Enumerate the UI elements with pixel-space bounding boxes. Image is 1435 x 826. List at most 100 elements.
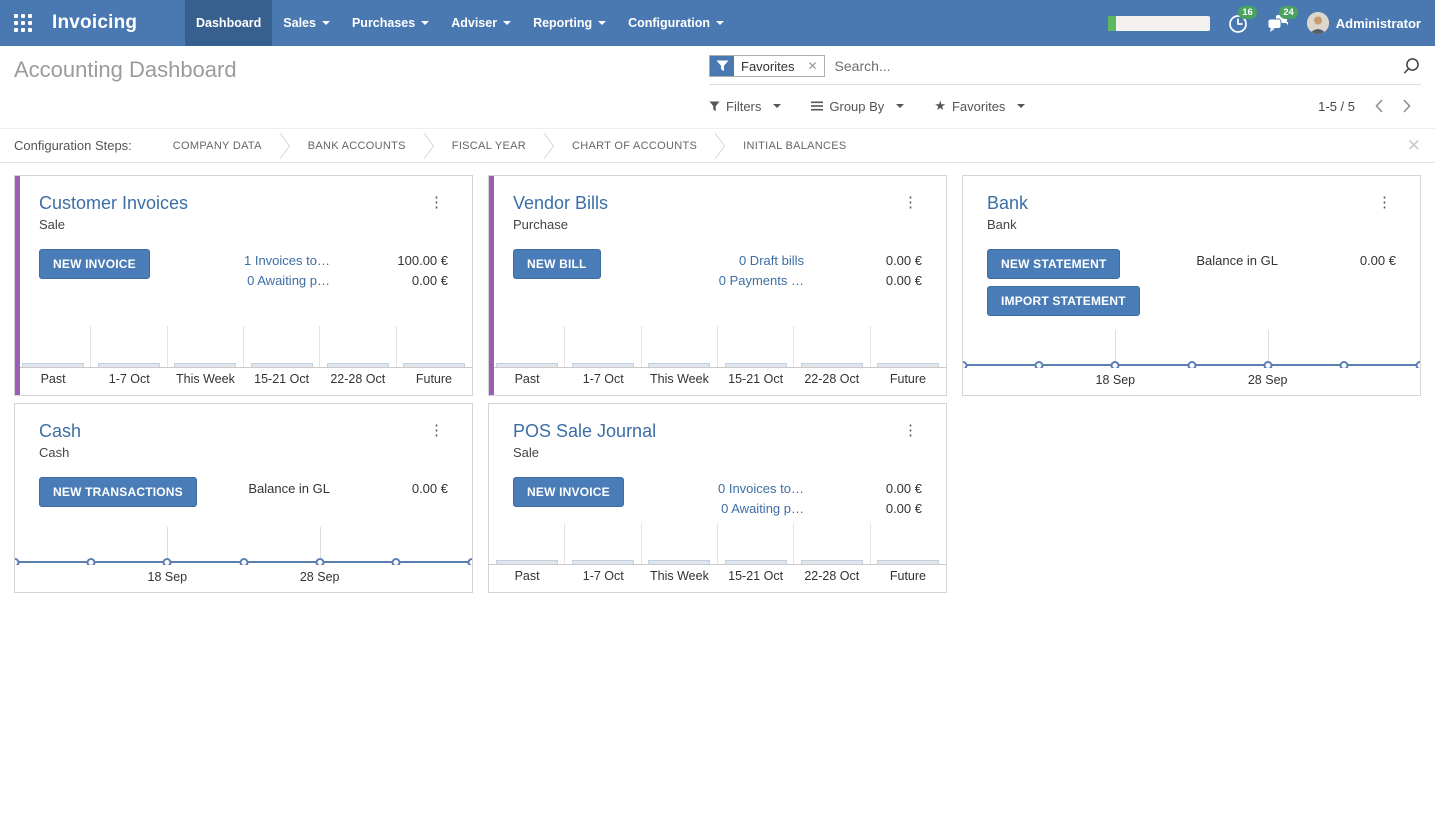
avatar	[1307, 12, 1329, 34]
x-tick-label: Future	[870, 372, 946, 386]
journal-title[interactable]: Cash	[39, 421, 81, 442]
journal-title[interactable]: Customer Invoices	[39, 193, 188, 214]
control-panel: Accounting Dashboard Favorites ✕ Filte	[0, 46, 1435, 128]
menu-purchases[interactable]: Purchases	[341, 0, 440, 46]
balance-in-gl-label: Balance in GL	[248, 481, 330, 496]
new-invoice-button[interactable]: NEW INVOICE	[39, 249, 150, 279]
menu-configuration[interactable]: Configuration	[617, 0, 735, 46]
user-menu[interactable]: Administrator	[1307, 12, 1421, 34]
journal-title[interactable]: POS Sale Journal	[513, 421, 656, 442]
card-menu-icon[interactable]: ⋮	[1373, 193, 1396, 212]
activity-count-badge: 16	[1238, 6, 1257, 19]
bar	[725, 560, 787, 564]
bar	[877, 363, 939, 367]
step-chart-of-accounts[interactable]: CHART OF ACCOUNTS	[555, 140, 714, 152]
x-tick-label: This Week	[641, 569, 717, 583]
x-tick-label: 18 Sep	[1096, 373, 1136, 387]
step-fiscal-year[interactable]: FISCAL YEAR	[435, 140, 543, 152]
search-icon[interactable]	[1394, 57, 1421, 76]
facet-remove-icon[interactable]: ✕	[801, 56, 823, 76]
menu-reporting[interactable]: Reporting	[522, 0, 617, 46]
x-tick-label: Past	[15, 372, 91, 386]
journal-card-pos-sale-journal: POS Sale Journal Sale ⋮ NEW INVOICE 0 In…	[488, 403, 947, 593]
bar-chart-plot-area	[489, 523, 946, 565]
data-point	[1111, 361, 1120, 369]
pager-next-icon[interactable]	[1393, 98, 1421, 114]
group-by-button[interactable]: Group By	[811, 99, 904, 114]
new-bill-button[interactable]: NEW BILL	[513, 249, 601, 279]
favorites-button[interactable]: ★ Favorites	[934, 98, 1025, 114]
draft-bills-link[interactable]: 0 Draft bills	[739, 253, 804, 268]
journal-line-chart: 18 Sep28 Sep	[15, 513, 472, 592]
step-initial-balances[interactable]: INITIAL BALANCES	[726, 140, 863, 152]
messages-button[interactable]: 24	[1266, 12, 1290, 34]
journal-type: Sale	[513, 445, 656, 460]
data-point	[1035, 361, 1044, 369]
invoices-to-validate-link[interactable]: 1 Invoices to…	[244, 253, 330, 268]
app-name[interactable]: Invoicing	[52, 12, 137, 34]
pager: 1-5 / 5	[1318, 98, 1421, 114]
x-tick-label: 28 Sep	[300, 570, 340, 584]
message-count-badge: 24	[1279, 6, 1298, 19]
x-tick-label: 22-28 Oct	[794, 372, 870, 386]
configuration-steps-bar: Configuration Steps: COMPANY DATA BANK A…	[0, 128, 1435, 163]
caret-down-icon	[896, 104, 904, 112]
card-menu-icon[interactable]: ⋮	[425, 193, 448, 212]
journal-title[interactable]: Bank	[987, 193, 1028, 214]
close-icon[interactable]: ✕	[1407, 137, 1421, 154]
chevron-right-icon	[714, 132, 726, 160]
menu-dashboard[interactable]: Dashboard	[185, 0, 272, 46]
invoices-to-validate-link[interactable]: 0 Invoices to…	[718, 481, 804, 496]
new-transactions-button[interactable]: NEW TRANSACTIONS	[39, 477, 197, 507]
top-navbar: Invoicing Dashboard Sales Purchases Advi…	[0, 0, 1435, 46]
data-point	[163, 558, 172, 566]
bar	[174, 363, 236, 367]
journal-bar-chart: Past1-7 OctThis Week15-21 Oct22-28 OctFu…	[15, 326, 472, 395]
data-point	[1187, 361, 1196, 369]
import-statement-button[interactable]: IMPORT STATEMENT	[987, 286, 1140, 316]
bar	[801, 363, 863, 367]
user-name: Administrator	[1336, 16, 1421, 31]
card-menu-icon[interactable]: ⋮	[425, 421, 448, 440]
card-menu-icon[interactable]: ⋮	[899, 193, 922, 212]
amount: 0.00 €	[804, 501, 922, 516]
journal-line-chart: 18 Sep28 Sep	[963, 316, 1420, 395]
journal-title[interactable]: Vendor Bills	[513, 193, 608, 214]
new-invoice-button[interactable]: NEW INVOICE	[513, 477, 624, 507]
chevron-right-icon	[423, 132, 435, 160]
systray: 16 24 Administrator	[1108, 0, 1435, 46]
menu-adviser[interactable]: Adviser	[440, 0, 522, 46]
search-input[interactable]	[833, 57, 1394, 75]
apps-grid-icon[interactable]	[14, 14, 32, 32]
bar-chart-plot-area	[489, 326, 946, 368]
search-facet-favorites: Favorites ✕	[709, 55, 825, 77]
step-company-data[interactable]: COMPANY DATA	[156, 140, 279, 152]
new-statement-button[interactable]: NEW STATEMENT	[987, 249, 1120, 279]
pager-value[interactable]: 1-5 / 5	[1318, 99, 1365, 114]
filter-icon	[709, 101, 720, 112]
x-tick-label: 1-7 Oct	[565, 372, 641, 386]
awaiting-payments-link[interactable]: 0 Awaiting p…	[247, 273, 330, 288]
filter-row: Filters Group By ★ Favorites 1-5 / 5	[709, 98, 1421, 114]
bar	[496, 560, 558, 564]
awaiting-payments-link[interactable]: 0 Awaiting p…	[721, 501, 804, 516]
filter-icon	[710, 56, 734, 76]
card-menu-icon[interactable]: ⋮	[899, 421, 922, 440]
payments-link[interactable]: 0 Payments …	[719, 273, 804, 288]
step-bank-accounts[interactable]: BANK ACCOUNTS	[291, 140, 423, 152]
pager-previous-icon[interactable]	[1365, 98, 1393, 114]
bar	[801, 560, 863, 564]
x-tick-label: 15-21 Oct	[244, 372, 320, 386]
activities-button[interactable]: 16	[1227, 12, 1249, 34]
amount: 0.00 €	[804, 273, 922, 288]
data-point	[239, 558, 248, 566]
bar	[648, 363, 710, 367]
dashboard-grid: Customer Invoices Sale ⋮ NEW INVOICE 1 I…	[0, 163, 1435, 605]
bar	[251, 363, 313, 367]
filters-button[interactable]: Filters	[709, 99, 781, 114]
data-point	[963, 361, 968, 369]
amount: 0.00 €	[804, 253, 922, 268]
journal-bar-chart: Past1-7 OctThis Week15-21 Oct22-28 OctFu…	[489, 523, 946, 592]
menu-sales[interactable]: Sales	[272, 0, 341, 46]
star-icon: ★	[934, 98, 946, 114]
